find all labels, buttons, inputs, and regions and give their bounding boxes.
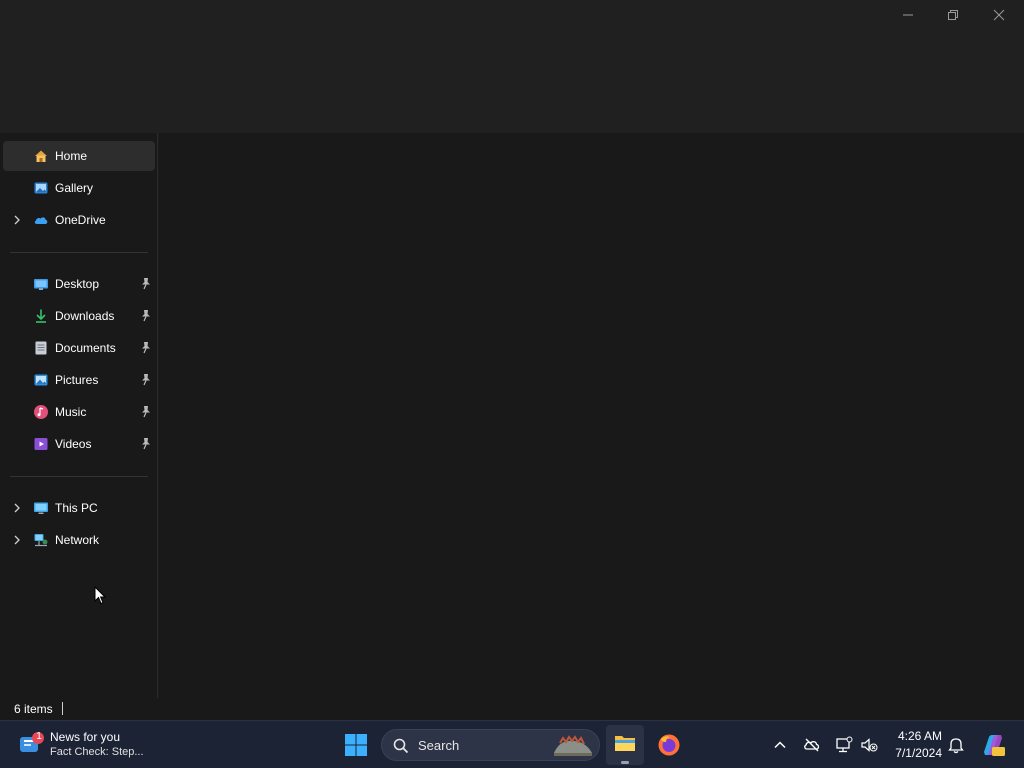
nav-item-this-pc[interactable]: This PC [3, 493, 155, 523]
search-highlight-icon [554, 735, 592, 756]
home-icon [35, 150, 47, 162]
chevron-right-icon[interactable] [11, 214, 23, 226]
documents-icon [35, 341, 47, 355]
title-bar [0, 0, 1024, 133]
taskbar-search[interactable]: Search [381, 729, 600, 761]
navigation-pane: Home Gallery OneDrive Desktop Downloads … [0, 133, 158, 698]
mouse-cursor-icon [94, 586, 106, 605]
nav-divider [10, 252, 148, 253]
firefox-icon [658, 734, 680, 756]
pin-icon[interactable] [140, 373, 152, 387]
item-count: 6 items [14, 702, 53, 716]
close-button[interactable] [976, 0, 1021, 29]
minimize-icon [902, 14, 913, 15]
nav-item-desktop[interactable]: Desktop [3, 269, 155, 299]
minimize-button[interactable] [885, 0, 930, 29]
nav-item-label: Documents [55, 341, 116, 355]
content-area[interactable] [159, 133, 1024, 698]
status-divider [62, 702, 63, 715]
volume-muted-icon[interactable] [860, 737, 878, 753]
nav-item-pictures[interactable]: Pictures [3, 365, 155, 395]
start-icon [345, 734, 367, 756]
nav-item-label: Home [55, 149, 88, 163]
nav-item-gallery[interactable]: Gallery [3, 173, 155, 203]
nav-item-documents[interactable]: Documents [3, 333, 155, 363]
chevron-right-icon[interactable] [11, 534, 23, 546]
downloads-icon [36, 309, 46, 323]
close-icon [993, 9, 1004, 20]
pin-icon[interactable] [140, 341, 152, 355]
nav-divider [10, 476, 148, 477]
music-icon [34, 405, 48, 419]
taskbar: 1 News for you Fact Check: Step... Searc… [0, 720, 1024, 768]
nav-item-network[interactable]: Network [3, 525, 155, 555]
chevron-up-icon[interactable] [773, 738, 787, 752]
pin-icon[interactable] [140, 437, 152, 451]
search-icon [393, 738, 409, 754]
clock-time[interactable]: 4:26 AM [890, 729, 942, 743]
onedrive-tray-icon[interactable] [803, 737, 821, 753]
news-title[interactable]: News for you [50, 730, 120, 744]
gallery-icon [34, 182, 48, 194]
nav-item-videos[interactable]: Videos [3, 429, 155, 459]
taskbar-file-explorer[interactable] [606, 725, 644, 765]
nav-item-label: Desktop [55, 277, 100, 291]
news-subtitle[interactable]: Fact Check: Step... [50, 746, 144, 758]
search-label: Search [418, 738, 460, 753]
copilot-icon[interactable] [980, 732, 1006, 758]
videos-icon [34, 438, 48, 450]
nav-item-label: Pictures [55, 373, 99, 387]
nav-item-music[interactable]: Music [3, 397, 155, 427]
nav-item-label: This PC [55, 501, 98, 515]
clock-date[interactable]: 7/1/2024 [890, 746, 942, 760]
notification-bell-icon[interactable] [948, 736, 964, 754]
nav-item-label: Music [55, 405, 87, 419]
this-pc-icon [34, 502, 48, 514]
file-explorer-icon [615, 736, 635, 751]
nav-item-downloads[interactable]: Downloads [3, 301, 155, 331]
nav-item-label: Videos [55, 437, 92, 451]
chevron-right-icon[interactable] [11, 502, 23, 514]
nav-item-label: Downloads [55, 309, 115, 323]
nav-item-onedrive[interactable]: OneDrive [3, 205, 155, 235]
pin-icon[interactable] [140, 405, 152, 419]
running-indicator [621, 761, 629, 764]
restore-icon [947, 9, 958, 20]
pin-icon[interactable] [140, 309, 152, 323]
nav-item-label: Network [55, 533, 100, 547]
network-icon [34, 534, 48, 547]
pictures-icon [34, 374, 48, 386]
taskbar-firefox[interactable] [652, 727, 686, 763]
desktop-icon [34, 279, 48, 290]
start-button[interactable] [340, 729, 372, 761]
status-bar: 6 items [0, 698, 1024, 720]
pin-icon[interactable] [140, 277, 152, 291]
nav-item-label: Gallery [55, 181, 94, 195]
nav-item-label: OneDrive [55, 213, 106, 227]
restore-button[interactable] [930, 0, 975, 29]
network-tray-icon[interactable] [835, 736, 853, 754]
news-badge: 1 [36, 731, 42, 742]
onedrive-icon [34, 217, 48, 224]
nav-item-home[interactable]: Home [3, 141, 155, 171]
